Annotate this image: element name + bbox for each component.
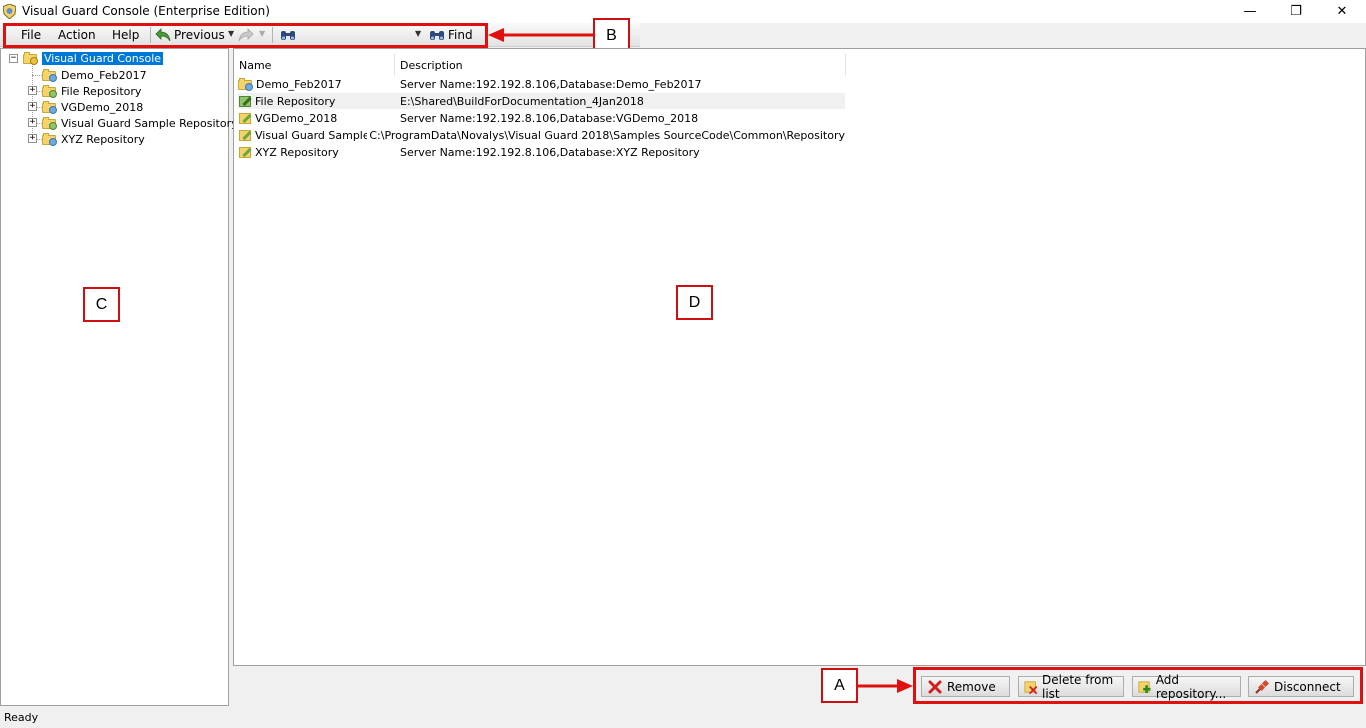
repository-list[interactable]: Name Description Demo_Feb2017 Server Nam… [233,48,1366,666]
tree-item-label: Demo_Feb2017 [61,68,147,82]
restore-button[interactable]: ❐ [1273,0,1319,23]
tree-item[interactable]: VGDemo_2018 [42,99,143,115]
minimize-button[interactable]: — [1227,0,1273,23]
list-row[interactable]: XYZ Repository Server Name:192.192.8.106… [238,144,845,160]
row-description: Server Name:192.192.8.106,Database:XYZ R… [400,145,700,159]
tree-expand-toggle[interactable]: + [28,134,37,143]
row-name: Visual Guard Sample Repo... [255,128,368,142]
tree-item-label: Visual Guard Sample Repository [61,116,238,130]
window-title: Visual Guard Console (Enterprise Edition… [22,4,270,18]
console-icon [23,51,39,65]
tree-item[interactable]: File Repository [42,83,141,99]
row-name: File Repository [255,94,336,108]
database-folder-icon [42,132,58,146]
tree-collapse-toggle[interactable]: − [9,54,18,63]
file-repository-icon [238,94,253,108]
tree-item[interactable]: Demo_Feb2017 [42,67,147,83]
list-row[interactable]: Visual Guard Sample Repo... C:\ProgramDa… [238,127,845,143]
tree-item-label: VGDemo_2018 [61,100,144,114]
row-name: Demo_Feb2017 [256,77,342,91]
row-description: Server Name:192.192.8.106,Database:Demo_… [400,77,702,91]
title-bar: Visual Guard Console (Enterprise Edition… [0,0,1366,23]
tree-panel[interactable]: − Visual Guard Console Demo_Feb2017 + Fi… [0,48,238,706]
database-folder-icon [42,68,58,82]
column-header-name[interactable]: Name [234,54,395,76]
status-bar: Ready [0,707,1366,728]
tree-root-label: Visual Guard Console [42,51,164,65]
annotation-label-a: A [821,668,858,703]
row-name: VGDemo_2018 [255,111,338,125]
edit-repository-icon [238,128,253,142]
tree-item[interactable]: XYZ Repository [42,131,145,147]
status-text: Ready [4,711,39,724]
tree-root[interactable]: Visual Guard Console [23,50,164,66]
edit-repository-icon [238,111,253,125]
edit-repository-icon [238,145,253,159]
list-row[interactable]: Demo_Feb2017 Server Name:192.192.8.106,D… [238,76,845,92]
annotation-label-c: C [83,287,120,322]
file-folder-icon [42,84,58,98]
list-row[interactable]: File Repository E:\Shared\BuildForDocume… [238,93,845,109]
tree-expand-toggle[interactable]: + [28,118,37,127]
row-name: XYZ Repository [255,145,339,159]
close-button[interactable]: ✕ [1319,0,1365,23]
annotation-label-d: D [676,285,713,320]
annotation-arrow-b [488,28,593,42]
database-folder-icon [42,100,58,114]
annotation-box-b [3,23,488,48]
tree-item[interactable]: Visual Guard Sample Repository [42,115,238,131]
annotation-arrow-a [856,679,913,693]
file-folder-icon [42,116,58,130]
row-description: C:\ProgramData\Novalys\Visual Guard 2018… [369,128,845,142]
column-header-description[interactable]: Description [395,54,846,76]
annotation-box-a [913,667,1363,704]
list-row[interactable]: VGDemo_2018 Server Name:192.192.8.106,Da… [238,110,845,126]
tree-expand-toggle[interactable]: + [28,102,37,111]
row-description: E:\Shared\BuildForDocumentation_4Jan2018 [400,94,644,108]
row-description: Server Name:192.192.8.106,Database:VGDem… [400,111,699,125]
database-icon [238,77,254,91]
tree-expand-toggle[interactable]: + [28,86,37,95]
app-shield-icon [3,4,16,19]
tree-item-label: XYZ Repository [61,132,145,146]
tree-item-label: File Repository [61,84,142,98]
